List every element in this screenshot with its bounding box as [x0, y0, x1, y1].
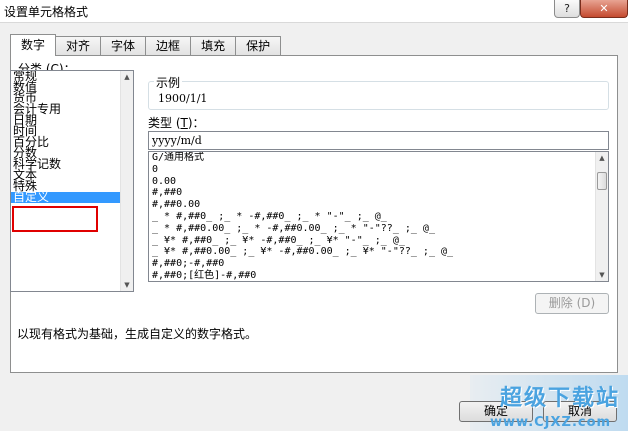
format-item[interactable]: _ * #,##0_ ;_ * -#,##0_ ;_ * "-"_ ;_ @_: [149, 211, 608, 223]
close-button[interactable]: ✕: [580, 0, 628, 18]
tab-border[interactable]: 边框: [145, 36, 192, 55]
format-item[interactable]: 0.00: [149, 176, 608, 188]
format-cells-dialog: 数字 对齐 字体 边框 填充 保护 分类 (C)： 常规 数值 货币 会计专用 …: [0, 22, 628, 431]
scroll-up-icon[interactable]: ▲: [121, 71, 133, 83]
dialog-title: 设置单元格格式: [4, 5, 89, 19]
format-item[interactable]: G/通用格式: [149, 152, 608, 164]
format-item[interactable]: 0: [149, 164, 608, 176]
format-item[interactable]: _ ¥* #,##0_ ;_ ¥* -#,##0_ ;_ ¥* "-"_ ;_ …: [149, 235, 608, 247]
scroll-thumb[interactable]: [597, 172, 607, 190]
category-scrollbar[interactable]: ▲ ▼: [120, 71, 133, 291]
example-title: 示例: [154, 74, 183, 91]
example-group: [148, 81, 609, 110]
category-list[interactable]: 常规 数值 货币 会计专用 日期 时间 百分比 分数 科学记数 文本 特殊 自定…: [10, 70, 134, 292]
scroll-down-icon[interactable]: ▼: [596, 269, 608, 281]
type-label: 类型 (T)：: [148, 116, 205, 130]
format-item[interactable]: #,##0;-#,##0: [149, 258, 608, 270]
watermark-url: www.CJXZ.com: [490, 415, 612, 430]
format-list[interactable]: G/通用格式 0 0.00 #,##0 #,##0.00 _ * #,##0_ …: [148, 151, 609, 282]
tab-strip: 数字 对齐 字体 边框 填充 保护: [10, 34, 282, 56]
format-item[interactable]: #,##0.00: [149, 199, 608, 211]
title-bar: 设置单元格格式 ? ✕: [0, 0, 628, 22]
tab-protection[interactable]: 保护: [235, 36, 282, 55]
scroll-up-icon[interactable]: ▲: [596, 152, 608, 164]
format-item[interactable]: #,##0: [149, 187, 608, 199]
watermark-logo: 超级下载站: [500, 386, 621, 411]
close-icon: ✕: [599, 2, 609, 15]
description-text: 以现有格式为基础，生成自定义的数字格式。: [17, 327, 258, 341]
format-item[interactable]: #,##0;[红色]-#,##0: [149, 270, 608, 281]
help-button[interactable]: ?: [554, 0, 580, 18]
format-item[interactable]: _ * #,##0.00_ ;_ * -#,##0.00_ ;_ * "-"??…: [149, 223, 608, 235]
tab-fill[interactable]: 填充: [190, 36, 237, 55]
type-input[interactable]: yyyy/m/d: [148, 131, 609, 150]
category-item-selected[interactable]: 自定义: [11, 191, 133, 203]
example-value: 1900/1/1: [158, 92, 208, 105]
format-item[interactable]: _ ¥* #,##0.00_ ;_ ¥* -#,##0.00_ ;_ ¥* "-…: [149, 246, 608, 258]
tab-number[interactable]: 数字: [10, 34, 57, 56]
tab-alignment[interactable]: 对齐: [55, 36, 102, 55]
format-scrollbar[interactable]: ▲ ▼: [595, 152, 608, 281]
delete-button[interactable]: 删除 (D): [535, 293, 609, 314]
scroll-down-icon[interactable]: ▼: [121, 279, 133, 291]
tab-font[interactable]: 字体: [100, 36, 147, 55]
